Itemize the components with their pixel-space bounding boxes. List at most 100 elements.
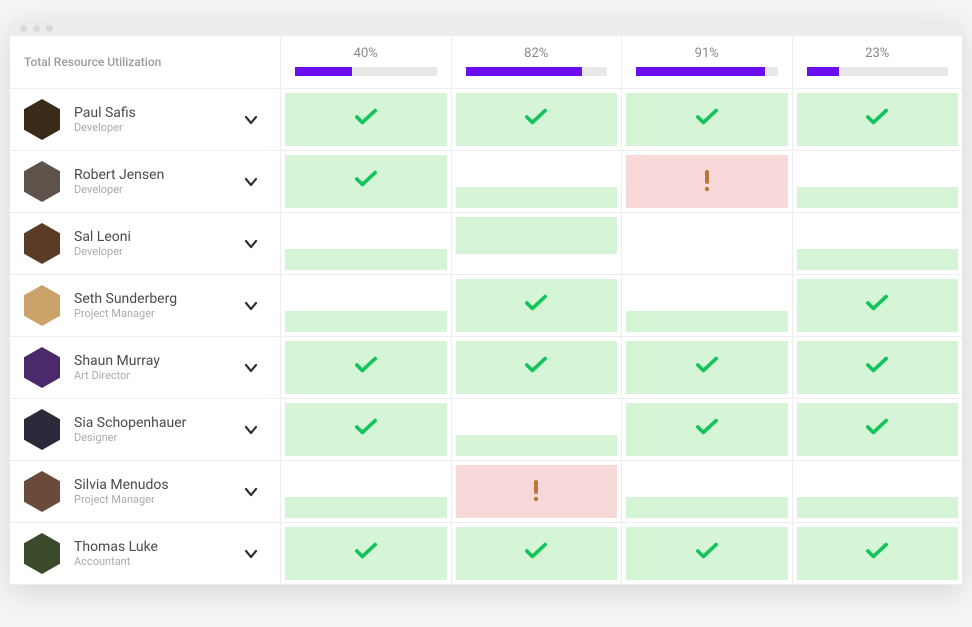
chevron-down-icon[interactable] bbox=[236, 168, 266, 195]
allocation-cell[interactable] bbox=[792, 337, 963, 399]
person-name: Seth Sunderberg bbox=[74, 291, 222, 308]
chevron-down-icon[interactable] bbox=[236, 230, 266, 257]
chevron-down-icon[interactable] bbox=[236, 106, 266, 133]
cell-fill-ok bbox=[285, 341, 447, 394]
allocation-cell[interactable] bbox=[451, 461, 622, 523]
allocation-cell[interactable] bbox=[280, 213, 451, 275]
person-role: Developer bbox=[74, 121, 222, 134]
allocation-cell[interactable] bbox=[451, 523, 622, 585]
check-icon bbox=[355, 107, 377, 132]
resource-row[interactable]: Thomas LukeAccountant bbox=[10, 523, 280, 585]
warn-icon bbox=[532, 478, 540, 506]
avatar bbox=[24, 99, 60, 140]
check-icon bbox=[696, 541, 718, 566]
allocation-cell[interactable] bbox=[621, 213, 792, 275]
person-role: Designer bbox=[74, 431, 222, 444]
check-icon bbox=[866, 355, 888, 380]
allocation-cell[interactable] bbox=[451, 275, 622, 337]
allocation-cell[interactable] bbox=[621, 461, 792, 523]
allocation-cell[interactable] bbox=[280, 337, 451, 399]
cell-fill-partial bbox=[456, 217, 618, 254]
allocation-cell[interactable] bbox=[792, 523, 963, 585]
allocation-cell[interactable] bbox=[621, 151, 792, 213]
resource-row[interactable]: Sal LeoniDeveloper bbox=[10, 213, 280, 275]
check-icon bbox=[696, 417, 718, 442]
header-percent: 91% bbox=[695, 46, 719, 61]
check-icon bbox=[355, 541, 377, 566]
allocation-cell[interactable] bbox=[451, 151, 622, 213]
allocation-cell[interactable] bbox=[451, 337, 622, 399]
allocation-cell[interactable] bbox=[621, 523, 792, 585]
cell-fill-ok bbox=[797, 527, 959, 580]
check-icon bbox=[355, 355, 377, 380]
allocation-cell[interactable] bbox=[280, 89, 451, 151]
person-role: Project Manager bbox=[74, 493, 222, 506]
allocation-cell[interactable] bbox=[621, 275, 792, 337]
allocation-cell[interactable] bbox=[280, 151, 451, 213]
person-name: Shaun Murray bbox=[74, 353, 222, 370]
resource-row[interactable]: Shaun MurrayArt Director bbox=[10, 337, 280, 399]
check-icon bbox=[696, 107, 718, 132]
person-info: Sia SchopenhauerDesigner bbox=[74, 415, 222, 445]
resource-row[interactable]: Robert JensenDeveloper bbox=[10, 151, 280, 213]
check-icon bbox=[525, 107, 547, 132]
check-icon bbox=[866, 541, 888, 566]
progress-bar bbox=[807, 67, 949, 76]
resource-row[interactable]: Seth SunderbergProject Manager bbox=[10, 275, 280, 337]
resource-row[interactable]: Silvia MenudosProject Manager bbox=[10, 461, 280, 523]
header-column: 40% bbox=[280, 36, 451, 89]
person-name: Thomas Luke bbox=[74, 539, 222, 556]
allocation-cell[interactable] bbox=[280, 461, 451, 523]
allocation-cell[interactable] bbox=[451, 399, 622, 461]
check-icon bbox=[696, 355, 718, 380]
header-percent: 40% bbox=[354, 46, 378, 61]
chevron-down-icon[interactable] bbox=[236, 354, 266, 381]
progress-bar bbox=[295, 67, 437, 76]
allocation-cell[interactable] bbox=[792, 399, 963, 461]
cell-fill-partial bbox=[285, 311, 447, 332]
allocation-cell[interactable] bbox=[792, 275, 963, 337]
resource-row[interactable]: Sia SchopenhauerDesigner bbox=[10, 399, 280, 461]
progress-bar-fill bbox=[807, 67, 840, 76]
header-percent: 23% bbox=[865, 46, 889, 61]
check-icon bbox=[525, 355, 547, 380]
cell-fill-ok bbox=[456, 279, 618, 332]
check-icon bbox=[525, 293, 547, 318]
cell-fill-ok bbox=[456, 341, 618, 394]
allocation-cell[interactable] bbox=[792, 213, 963, 275]
cell-fill-partial bbox=[456, 187, 618, 208]
progress-bar bbox=[636, 67, 778, 76]
allocation-cell[interactable] bbox=[792, 151, 963, 213]
app-window: Total Resource Utilization40%82%91%23%Pa… bbox=[10, 20, 962, 585]
check-icon bbox=[866, 107, 888, 132]
chevron-down-icon[interactable] bbox=[236, 478, 266, 505]
utilization-grid: Total Resource Utilization40%82%91%23%Pa… bbox=[10, 36, 962, 585]
chevron-down-icon[interactable] bbox=[236, 540, 266, 567]
allocation-cell[interactable] bbox=[280, 523, 451, 585]
chevron-down-icon[interactable] bbox=[236, 292, 266, 319]
cell-fill-empty bbox=[626, 217, 788, 270]
window-dot bbox=[20, 25, 27, 32]
allocation-cell[interactable] bbox=[621, 89, 792, 151]
person-role: Developer bbox=[74, 245, 222, 258]
window-titlebar bbox=[10, 20, 962, 36]
allocation-cell[interactable] bbox=[621, 399, 792, 461]
cell-fill-warn bbox=[456, 465, 618, 518]
chevron-down-icon[interactable] bbox=[236, 416, 266, 443]
cell-fill-ok bbox=[456, 527, 618, 580]
cell-fill-partial bbox=[285, 497, 447, 518]
allocation-cell[interactable] bbox=[451, 89, 622, 151]
cell-fill-ok bbox=[797, 341, 959, 394]
avatar bbox=[24, 471, 60, 512]
allocation-cell[interactable] bbox=[280, 399, 451, 461]
resource-row[interactable]: Paul SafisDeveloper bbox=[10, 89, 280, 151]
allocation-cell[interactable] bbox=[280, 275, 451, 337]
person-info: Shaun MurrayArt Director bbox=[74, 353, 222, 383]
allocation-cell[interactable] bbox=[451, 213, 622, 275]
allocation-cell[interactable] bbox=[621, 337, 792, 399]
allocation-cell[interactable] bbox=[792, 461, 963, 523]
allocation-cell[interactable] bbox=[792, 89, 963, 151]
person-info: Paul SafisDeveloper bbox=[74, 105, 222, 135]
cell-fill-partial bbox=[797, 187, 959, 208]
person-name: Paul Safis bbox=[74, 105, 222, 122]
